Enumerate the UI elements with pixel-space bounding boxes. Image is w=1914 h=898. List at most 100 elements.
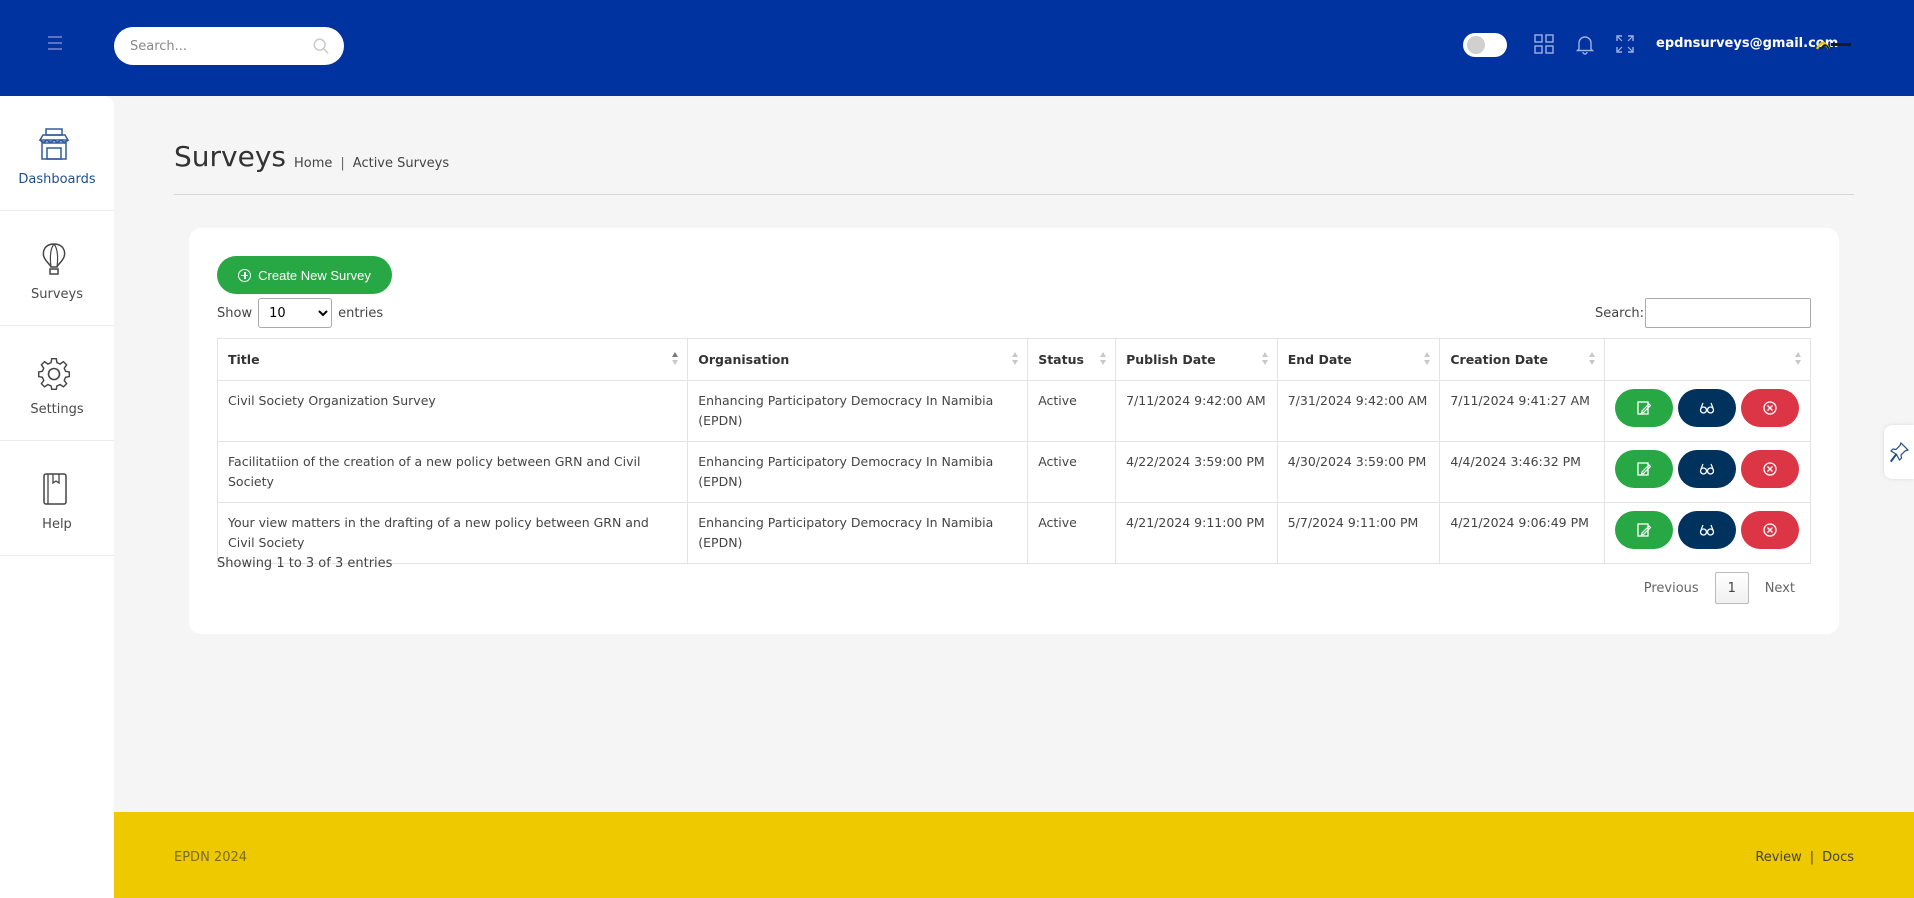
pagination-next[interactable]: Next [1749, 581, 1811, 596]
sidebar-item-label: Settings [30, 402, 84, 417]
sidebar-item-settings[interactable]: Settings [0, 326, 114, 441]
sidebar-item-surveys[interactable]: Surveys [0, 211, 114, 326]
table-row: Civil Society Organization Survey Enhanc… [216, 380, 1812, 442]
delete-survey-button[interactable] [1740, 389, 1799, 427]
apps-grid-icon[interactable] [1533, 33, 1555, 55]
delete-survey-button[interactable] [1740, 450, 1799, 488]
fullscreen-icon[interactable] [1614, 33, 1636, 55]
edit-survey-button[interactable] [1614, 511, 1673, 549]
sidebar-item-label: Dashboards [18, 172, 96, 187]
plus-circle-icon [238, 268, 252, 282]
glasses-icon [1699, 402, 1715, 414]
global-search-input[interactable] [130, 27, 310, 65]
cell-title: Your view matters in the drafting of a n… [216, 502, 689, 564]
header-divider [174, 194, 1854, 195]
menu-toggle-icon[interactable] [48, 36, 68, 52]
sidebar-item-label: Surveys [31, 287, 83, 302]
table-row: Your view matters in the drafting of a n… [216, 502, 1812, 564]
footer: EPDN 2024 Review | Docs [114, 812, 1914, 898]
column-header-creation-date[interactable]: Creation Date [1439, 338, 1605, 381]
search-icon[interactable] [312, 37, 330, 55]
cell-end-date: 7/31/2024 9:42:00 AM [1276, 380, 1441, 442]
cell-organisation: Enhancing Participatory Democracy In Nam… [687, 380, 1029, 442]
table-search-label: Search: [1594, 305, 1644, 321]
user-email[interactable]: epdnsurveys@gmail.com [1656, 36, 1838, 51]
sort-icon [1423, 351, 1431, 367]
column-header-organisation[interactable]: Organisation [687, 338, 1029, 381]
cell-status: Active [1027, 502, 1117, 564]
column-header-publish-date[interactable]: Publish Date [1115, 338, 1278, 381]
table-info: Showing 1 to 3 of 3 entries [217, 556, 393, 571]
cell-organisation: Enhancing Participatory Democracy In Nam… [687, 502, 1029, 564]
book-icon [43, 473, 67, 505]
close-circle-icon [1763, 523, 1777, 537]
brand-logo [1815, 41, 1851, 50]
page-size-control: Show 10 entries [217, 298, 383, 328]
sort-icon [1261, 351, 1269, 367]
sidebar-item-help[interactable]: Help [0, 441, 114, 556]
breadcrumb-separator: | [340, 156, 345, 171]
pagination: Previous 1 Next [1628, 572, 1811, 604]
page-title: Surveys [174, 140, 286, 173]
cell-title: Civil Society Organization Survey [216, 380, 689, 442]
sidebar-item-dashboards[interactable]: Dashboards [0, 96, 114, 211]
create-survey-button[interactable]: Create New Survey [217, 256, 392, 294]
global-search [114, 27, 344, 65]
sidebar: Dashboards Surveys Settings Help [0, 96, 114, 898]
table-search-input[interactable] [1645, 298, 1811, 328]
cell-status: Active [1027, 380, 1117, 442]
cell-publish-date: 4/22/2024 3:59:00 PM [1115, 441, 1278, 503]
cell-creation-date: 4/4/2024 3:46:32 PM [1439, 441, 1605, 503]
close-circle-icon [1763, 401, 1777, 415]
cell-creation-date: 7/11/2024 9:41:27 AM [1439, 380, 1605, 442]
cell-publish-date: 4/21/2024 9:11:00 PM [1115, 502, 1278, 564]
glasses-icon [1699, 524, 1715, 536]
edit-document-icon [1637, 401, 1652, 415]
delete-survey-button[interactable] [1740, 511, 1799, 549]
sort-asc-icon [671, 351, 679, 367]
breadcrumb-current: Active Surveys [352, 156, 450, 171]
toggle-knob [1467, 36, 1485, 54]
breadcrumb-home[interactable]: Home [294, 156, 332, 171]
sort-icon [1794, 351, 1802, 367]
footer-link-review[interactable]: Review [1755, 850, 1801, 865]
table-row: Facilitatiion of the creation of a new p… [216, 441, 1812, 503]
cell-publish-date: 7/11/2024 9:42:00 AM [1115, 380, 1278, 442]
column-header-end-date[interactable]: End Date [1276, 338, 1441, 381]
footer-separator: | [1809, 850, 1815, 865]
view-survey-button[interactable] [1677, 389, 1736, 427]
column-header-actions[interactable] [1603, 338, 1812, 381]
edit-survey-button[interactable] [1614, 450, 1673, 488]
view-survey-button[interactable] [1677, 511, 1736, 549]
pagination-page-1[interactable]: 1 [1714, 572, 1749, 604]
cell-end-date: 4/30/2024 3:59:00 PM [1276, 441, 1441, 503]
page-size-select[interactable]: 10 [258, 298, 333, 328]
cell-organisation: Enhancing Participatory Democracy In Nam… [687, 441, 1029, 503]
view-survey-button[interactable] [1677, 450, 1736, 488]
store-icon [38, 128, 70, 160]
pin-icon [1890, 441, 1910, 463]
cell-status: Active [1027, 441, 1117, 503]
footer-link-docs[interactable]: Docs [1822, 850, 1854, 865]
breadcrumb: Home | Active Surveys [294, 156, 449, 171]
sort-icon [1099, 351, 1107, 367]
customizer-tab[interactable] [1884, 425, 1914, 479]
close-circle-icon [1763, 462, 1777, 476]
edit-survey-button[interactable] [1614, 389, 1673, 427]
top-bar: epdnsurveys@gmail.com [0, 0, 1914, 96]
edit-document-icon [1637, 523, 1652, 537]
surveys-table: Title Organisation Status Publish Date E… [216, 338, 1812, 564]
theme-toggle[interactable] [1463, 33, 1507, 57]
bell-icon[interactable] [1574, 33, 1596, 55]
table-search: Search: [1595, 298, 1811, 328]
surveys-card: Create New Survey Show 10 entries Search… [189, 228, 1839, 634]
pagination-previous[interactable]: Previous [1628, 581, 1715, 596]
sort-icon [1588, 351, 1596, 367]
show-label: Show [217, 305, 253, 321]
cell-title: Facilitatiion of the creation of a new p… [216, 441, 689, 503]
column-header-status[interactable]: Status [1027, 338, 1117, 381]
glasses-icon [1699, 463, 1715, 475]
edit-document-icon [1637, 462, 1652, 476]
sort-icon [1011, 351, 1019, 367]
column-header-title[interactable]: Title [216, 338, 689, 381]
